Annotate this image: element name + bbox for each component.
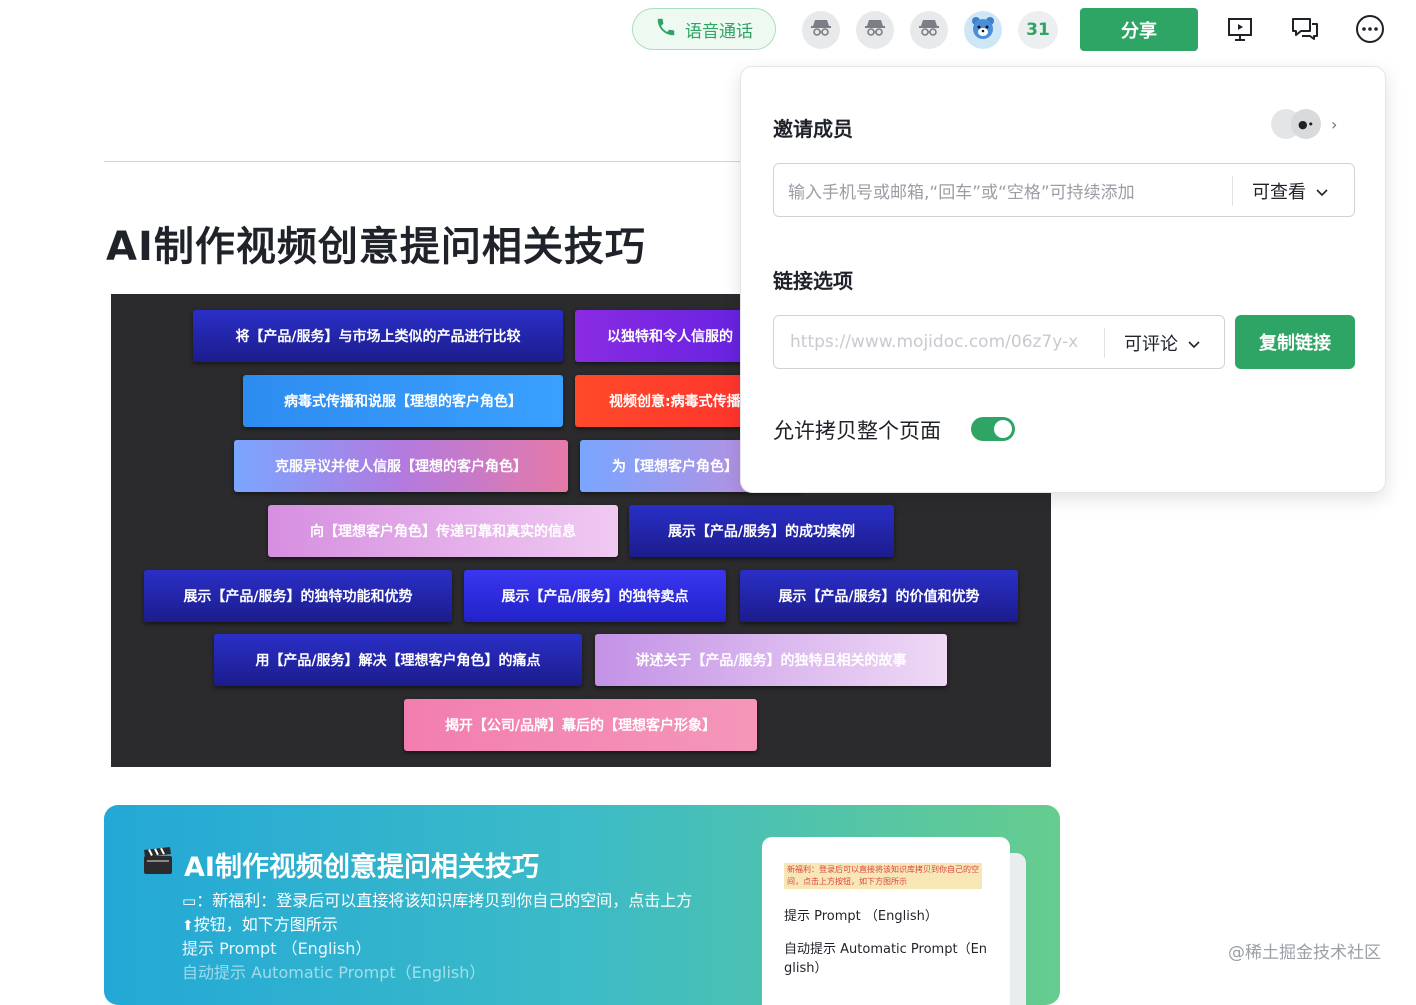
incognito-icon — [808, 15, 834, 45]
phone-icon — [655, 16, 677, 43]
invite-input[interactable]: 输入手机号或邮箱,“回车”或“空格”可持续添加 — [788, 164, 1228, 216]
more-options-icon[interactable] — [1355, 14, 1385, 44]
banner-text-line: 自动提示 Automatic Prompt（English） — [182, 963, 486, 982]
voice-call-label: 语音通话 — [685, 21, 753, 42]
mindmap-node: 将【产品/服务】与市场上类似的产品进行比较 — [193, 310, 563, 362]
invite-permission-select[interactable]: 可查看 — [1252, 178, 1328, 204]
link-url[interactable]: https://www.mojidoc.com/06z7y-x — [790, 316, 1090, 368]
member-avatar: ●• — [1291, 109, 1321, 139]
mindmap-node: 展示【产品/服务】的成功案例 — [629, 505, 894, 557]
mindmap-node: 展示【产品/服务】的独特功能和优势 — [144, 570, 452, 622]
user-avatar[interactable] — [964, 11, 1002, 49]
preview-item: 提示 Prompt （English） — [784, 909, 938, 924]
link-options-heading: 链接选项 — [773, 269, 853, 293]
top-arrow-icon: ⬆ — [182, 918, 194, 934]
mindmap-node: 向【理想客户角色】传递可靠和真实的信息 — [268, 505, 618, 557]
preview-card: 新福利：登录后可以直接将该知识库拷贝到你自己的空间，点击上方按钮，如下方图所示 … — [762, 837, 1010, 1005]
invite-input-box[interactable]: 输入手机号或邮箱,“回车”或“空格”可持续添加 可查看 — [773, 163, 1355, 217]
collaborator-count[interactable]: 31 — [1018, 11, 1058, 49]
allow-copy-label: 允许拷贝整个页面 — [773, 419, 941, 443]
share-panel: 邀请成员 ●• › 输入手机号或邮箱,“回车”或“空格”可持续添加 可查看 链接… — [740, 66, 1386, 493]
divider — [1104, 328, 1105, 358]
link-permission-select[interactable]: 可评论 — [1124, 330, 1200, 356]
mindmap-node: 揭开【公司/品牌】幕后的【理想客户形象】 — [404, 699, 757, 751]
copy-link-button[interactable]: 复制链接 — [1235, 315, 1355, 369]
presentation-icon[interactable] — [1225, 14, 1255, 44]
knowledge-base-banner[interactable]: AI制作视频创意提问相关技巧 ▭：新福利：登录后可以直接将该知识库拷贝到你自己的… — [104, 805, 1060, 1005]
preview-item: 自动提示 Automatic Prompt（En — [784, 942, 988, 957]
mindmap-node: 克服异议并使人信服【理想的客户角色】 — [234, 440, 568, 492]
mindmap-node: 展示【产品/服务】的价值和优势 — [740, 570, 1018, 622]
divider — [104, 161, 744, 162]
clapperboard-icon — [142, 846, 174, 883]
banner-text-line: ▭：新福利：登录后可以直接将该知识库拷贝到你自己的空间，点击上方 — [182, 891, 693, 910]
invite-heading: 邀请成员 — [773, 117, 853, 141]
mindmap-node: 病毒式传播和说服【理想的客户角色】 — [243, 375, 563, 427]
invite-permission-label: 可查看 — [1252, 182, 1306, 203]
voice-call-button[interactable]: 语音通话 — [632, 8, 776, 50]
share-button[interactable]: 分享 — [1080, 8, 1198, 51]
page-title: AI制作视频创意提问相关技巧 — [106, 224, 646, 270]
member-list-button[interactable]: ●• › — [1271, 109, 1337, 139]
preview-highlight: 新福利：登录后可以直接将该知识库拷贝到你自己的空间，点击上方按钮，如下方图所示 — [784, 863, 982, 889]
comments-icon[interactable] — [1290, 14, 1320, 44]
chevron-down-icon — [1316, 181, 1328, 202]
divider — [1232, 176, 1233, 206]
mindmap-node: 展示【产品/服务】的独特卖点 — [464, 570, 726, 622]
bear-icon — [968, 13, 998, 47]
banner-text-line: ⬆按钮，如下方图所示 — [182, 915, 338, 934]
banner-text-line: 提示 Prompt （English） — [182, 939, 372, 958]
mindmap-node: 讲述关于【产品/服务】的独特且相关的故事 — [595, 634, 947, 686]
allow-copy-toggle[interactable] — [971, 417, 1015, 441]
collaborator-avatar[interactable] — [802, 11, 840, 49]
banner-title: AI制作视频创意提问相关技巧 — [142, 845, 539, 884]
incognito-icon — [916, 15, 942, 45]
incognito-icon — [862, 15, 888, 45]
computer-icon: ▭ — [182, 892, 197, 910]
collaborator-avatar[interactable] — [856, 11, 894, 49]
toggle-knob — [994, 420, 1012, 438]
banner-title-text: AI制作视频创意提问相关技巧 — [184, 852, 539, 883]
link-permission-label: 可评论 — [1124, 334, 1178, 355]
preview-item: glish） — [784, 961, 828, 976]
chevron-right-icon: › — [1331, 114, 1338, 134]
collaborator-avatar[interactable] — [910, 11, 948, 49]
chevron-down-icon — [1188, 333, 1200, 354]
mindmap-node: 用【产品/服务】解决【理想客户角色】的痛点 — [214, 634, 582, 686]
link-field[interactable]: https://www.mojidoc.com/06z7y-x 可评论 — [773, 315, 1225, 369]
watermark: @稀土掘金技术社区 — [1228, 943, 1381, 963]
